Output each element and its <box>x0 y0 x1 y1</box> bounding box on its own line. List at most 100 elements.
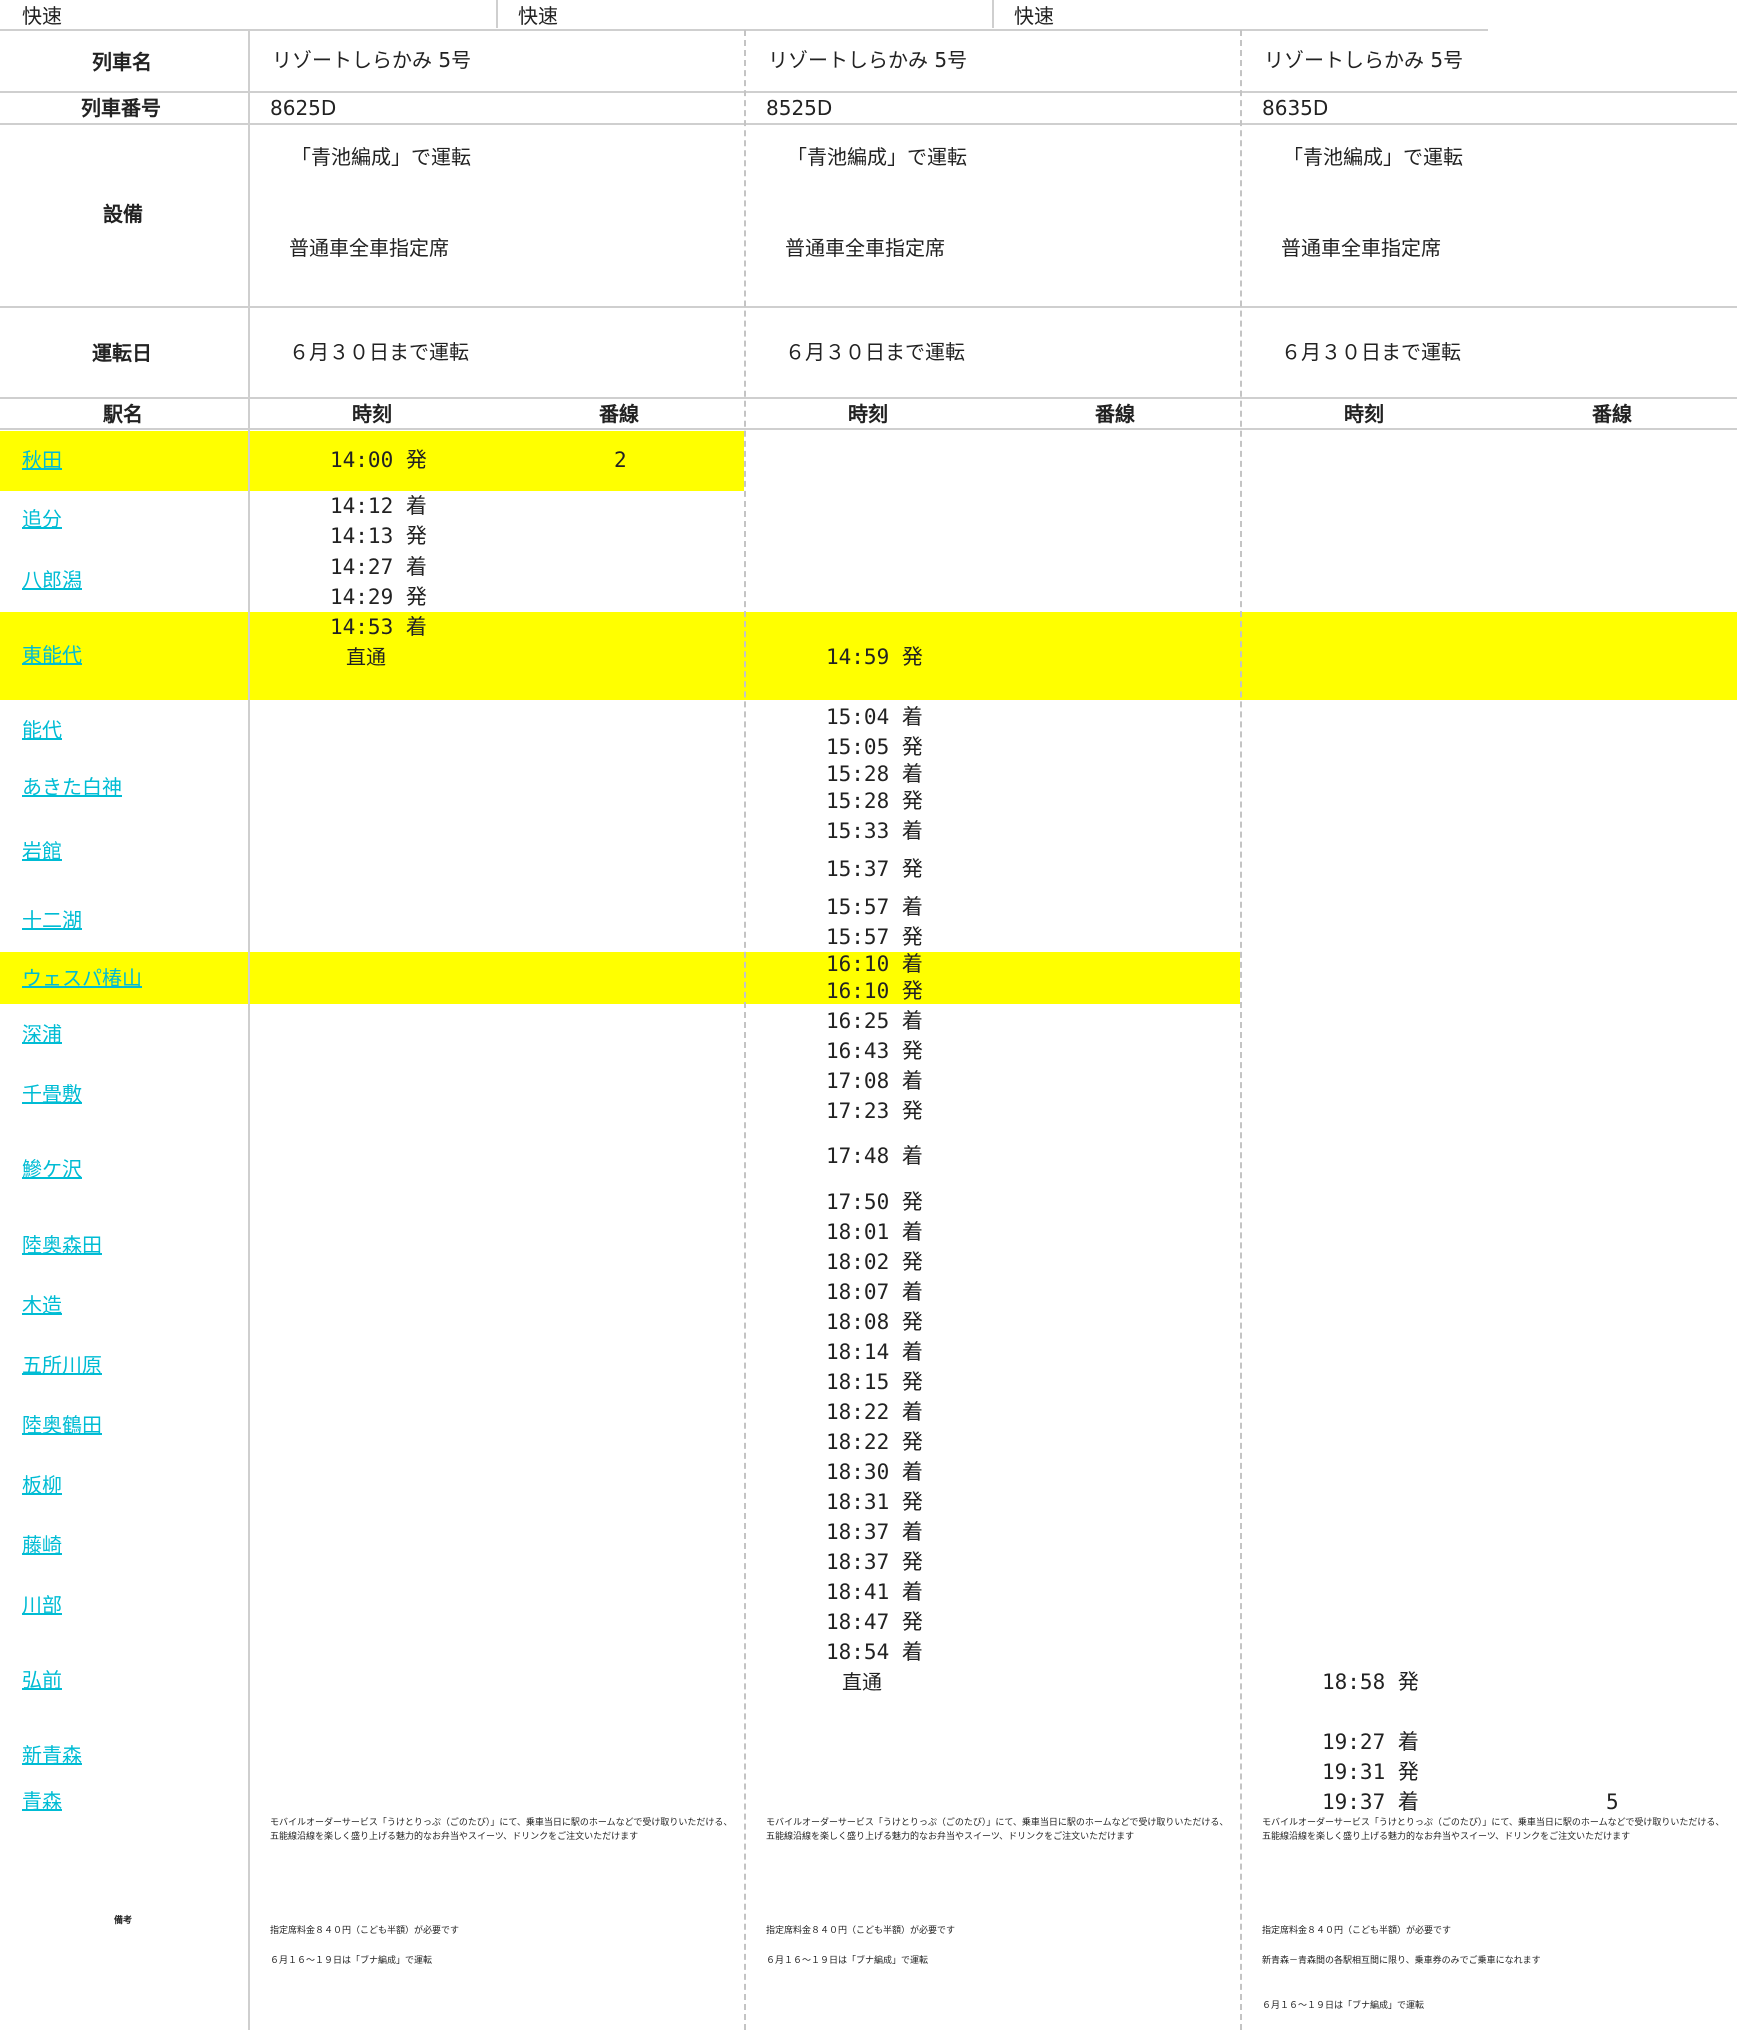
station-link-akita[interactable]: 秋田 <box>22 448 62 472</box>
kind-divider <box>992 0 994 28</box>
equipment-seating: 普通車全車指定席 <box>785 236 945 260</box>
label-track: 番線 <box>1095 402 1135 426</box>
time-entry: 17:23 発 <box>826 1099 923 1123</box>
time-entry: 14:13 発 <box>330 524 427 548</box>
label-station: 駅名 <box>103 402 143 426</box>
time-entry: 16:10 発 <box>826 979 923 1003</box>
equipment-formation: 「青池編成」で運転 <box>291 145 471 169</box>
time-entry: 15:33 着 <box>826 819 923 843</box>
time-entry: 16:10 着 <box>826 952 923 976</box>
train-number: 8525D <box>766 96 833 120</box>
remarks-note: モバイルオーダーサービス「うけとりっぷ（ごのたび）」にて、乗車当日に駅のホームな… <box>270 1818 733 1828</box>
remarks-note: 五能線沿線を楽しく盛り上げる魅力的なお弁当やスイーツ、ドリンクをご注文いただけま… <box>766 1832 1135 1842</box>
operation-day: ６月３０日まで運転 <box>785 340 965 364</box>
station-link-shin-aomori[interactable]: 新青森 <box>22 1743 82 1767</box>
highlight-wespa <box>0 952 1240 1004</box>
equipment-formation: 「青池編成」で運転 <box>1283 145 1463 169</box>
time-entry: 19:37 着 <box>1322 1790 1419 1814</box>
time-entry: 18:58 発 <box>1322 1670 1419 1694</box>
time-entry: 15:28 発 <box>826 789 923 813</box>
station-link-noshiro[interactable]: 能代 <box>22 718 62 742</box>
label-time: 時刻 <box>1344 402 1384 426</box>
station-link-oiwake[interactable]: 追分 <box>22 507 62 531</box>
train-kind-3: 快速 <box>1014 4 1054 28</box>
station-link-fukaura[interactable]: 深浦 <box>22 1022 62 1046</box>
station-link-ajigasawa[interactable]: 鰺ケ沢 <box>22 1157 82 1181</box>
station-link-higashi-noshiro[interactable]: 東能代 <box>22 643 82 667</box>
remarks-note: ６月１６～１９日は「ブナ編成」で運転 <box>270 1956 433 1966</box>
station-link-junikko[interactable]: 十二湖 <box>22 908 82 932</box>
rule <box>0 91 1737 93</box>
operation-day: ６月３０日まで運転 <box>289 340 469 364</box>
station-link-kawabe[interactable]: 川部 <box>22 1593 62 1617</box>
label-time: 時刻 <box>352 402 392 426</box>
time-entry: 14:53 着 <box>330 615 427 639</box>
time-entry: 18:22 発 <box>826 1430 923 1454</box>
station-link-mutsu-tsuruta[interactable]: 陸奥鶴田 <box>22 1413 102 1437</box>
station-link-kizukuri[interactable]: 木造 <box>22 1293 62 1317</box>
time-entry: 18:37 着 <box>826 1520 923 1544</box>
remarks-note: 新青森－青森間の各駅相互間に限り、乗車券のみでご乗車になれます <box>1262 1956 1541 1966</box>
label-train-name: 列車名 <box>92 50 152 74</box>
equipment-seating: 普通車全車指定席 <box>289 236 449 260</box>
rule <box>0 306 1737 308</box>
train-kind-2: 快速 <box>518 4 558 28</box>
remarks-note: 指定席料金８４０円（こども半額）が必要です <box>270 1926 460 1936</box>
station-link-akita-shirakami[interactable]: あきた白神 <box>22 775 122 799</box>
through-service: 直通 <box>346 645 386 669</box>
station-link-senjojiki[interactable]: 千畳敷 <box>22 1082 82 1106</box>
operation-day: ６月３０日まで運転 <box>1281 340 1461 364</box>
remarks-note: 指定席料金８４０円（こども半額）が必要です <box>1262 1926 1452 1936</box>
label-remarks: 備考 <box>114 1916 133 1926</box>
station-link-wespa-tsubakiyama[interactable]: ウェスパ椿山 <box>22 966 142 990</box>
time-entry: 17:08 着 <box>826 1069 923 1093</box>
label-time: 時刻 <box>848 402 888 426</box>
time-entry: 18:08 発 <box>826 1310 923 1334</box>
train-name: リゾートしらかみ 5号 <box>272 48 472 72</box>
time-entry: 15:05 発 <box>826 735 923 759</box>
remarks-note: ６月１６～１９日は「ブナ編成」で運転 <box>1262 2001 1425 2011</box>
time-entry: 15:04 着 <box>826 705 923 729</box>
time-entry: 18:01 着 <box>826 1220 923 1244</box>
station-link-fujisaki[interactable]: 藤崎 <box>22 1533 62 1557</box>
time-entry: 14:27 着 <box>330 555 427 579</box>
time-entry: 16:43 発 <box>826 1039 923 1063</box>
station-link-goshogawara[interactable]: 五所川原 <box>22 1353 102 1377</box>
station-link-iwadate[interactable]: 岩館 <box>22 839 62 863</box>
remarks-note: モバイルオーダーサービス「うけとりっぷ（ごのたび）」にて、乗車当日に駅のホームな… <box>1262 1818 1725 1828</box>
time-entry: 17:48 着 <box>826 1144 923 1168</box>
station-link-hachirogata[interactable]: 八郎潟 <box>22 568 82 592</box>
remarks-note: モバイルオーダーサービス「うけとりっぷ（ごのたび）」にて、乗車当日に駅のホームな… <box>766 1818 1229 1828</box>
time-entry: 14:59 発 <box>826 645 923 669</box>
time-entry: 18:15 発 <box>826 1370 923 1394</box>
time-entry: 18:41 着 <box>826 1580 923 1604</box>
time-entry: 18:37 発 <box>826 1550 923 1574</box>
rule <box>0 397 1737 399</box>
train-column-divider <box>744 30 746 2030</box>
rule <box>0 123 1737 125</box>
station-link-itayanagi[interactable]: 板柳 <box>22 1473 62 1497</box>
equipment-formation: 「青池編成」で運転 <box>787 145 967 169</box>
label-train-number: 列車番号 <box>81 96 161 120</box>
train-name: リゾートしらかみ 5号 <box>768 48 968 72</box>
train-kind-1: 快速 <box>22 4 62 28</box>
remarks-note: 五能線沿線を楽しく盛り上げる魅力的なお弁当やスイーツ、ドリンクをご注文いただけま… <box>1262 1832 1631 1842</box>
time-entry: 14:00 発 <box>330 448 427 472</box>
time-entry: 18:22 着 <box>826 1400 923 1424</box>
track-number: 5 <box>1606 1790 1619 1814</box>
station-link-mutsu-morita[interactable]: 陸奥森田 <box>22 1233 102 1257</box>
kind-divider <box>496 0 498 28</box>
time-entry: 18:14 着 <box>826 1340 923 1364</box>
time-entry: 15:28 着 <box>826 762 923 786</box>
station-link-hirosaki[interactable]: 弘前 <box>22 1668 62 1692</box>
remarks-note: 五能線沿線を楽しく盛り上げる魅力的なお弁当やスイーツ、ドリンクをご注文いただけま… <box>270 1832 639 1842</box>
station-column-divider <box>248 30 250 2030</box>
time-entry: 17:50 発 <box>826 1190 923 1214</box>
time-entry: 18:30 着 <box>826 1460 923 1484</box>
time-entry: 19:27 着 <box>1322 1730 1419 1754</box>
time-entry: 19:31 発 <box>1322 1760 1419 1784</box>
station-link-aomori[interactable]: 青森 <box>22 1789 62 1813</box>
time-entry: 15:57 発 <box>826 925 923 949</box>
time-entry: 14:29 発 <box>330 585 427 609</box>
track-number: 2 <box>614 448 627 472</box>
